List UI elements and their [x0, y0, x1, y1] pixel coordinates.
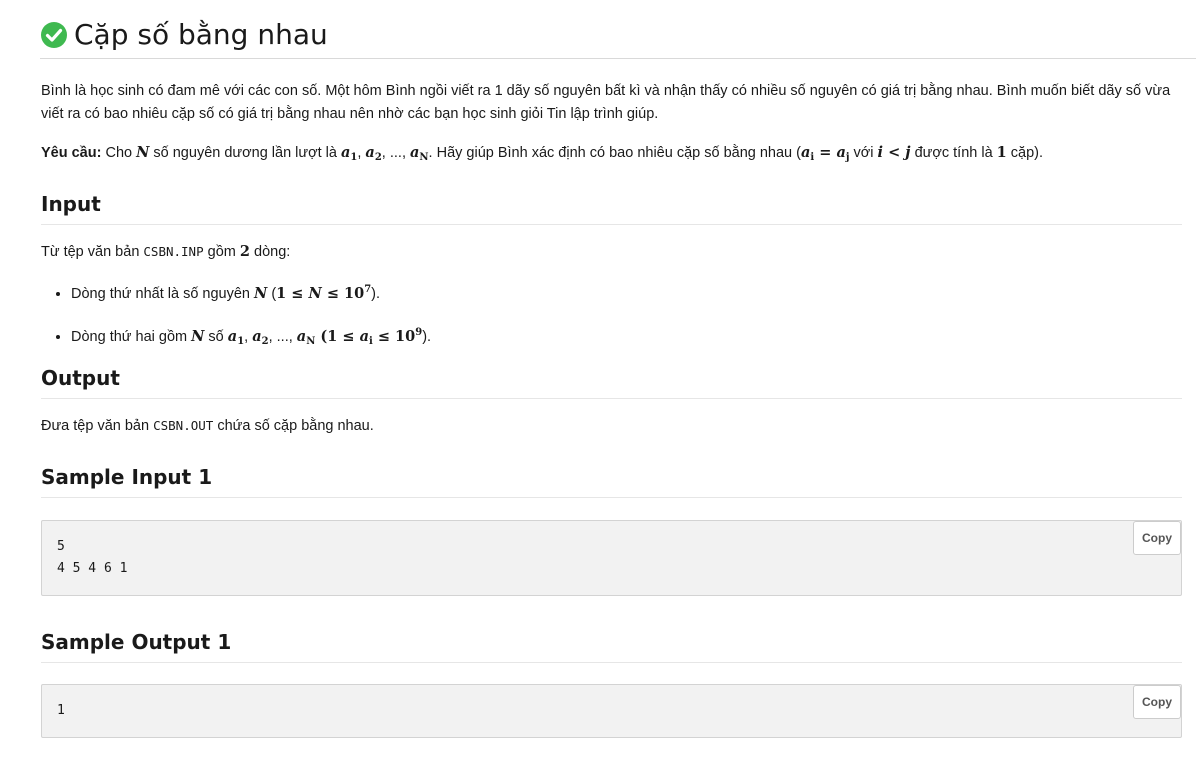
input-list: Dòng thứ nhất là số nguyên N (1 ≤ N ≤ 10…: [41, 278, 431, 368]
math-op: =: [814, 144, 837, 161]
math-one: 1: [996, 144, 1007, 161]
input-filename: CSBN.INP: [143, 244, 204, 259]
text: chứa số cặp bằng nhau.: [213, 418, 374, 434]
text: ,: [244, 329, 253, 345]
title-row: Cặp số bằng nhau: [40, 12, 1196, 59]
text: . Hãy giúp Bình xác định có bao nhiêu cặ…: [428, 145, 801, 161]
math-expr: 1 ≤: [276, 285, 309, 302]
math-aj: aj: [836, 144, 849, 163]
statement-paragraph: Bình là học sinh có đam mê với các con s…: [41, 83, 1171, 122]
page-title: Cặp số bằng nhau: [74, 18, 328, 51]
math-var: a: [340, 144, 351, 161]
math-expr: (1 ≤: [315, 328, 360, 345]
check-circle-icon: [41, 22, 67, 48]
sample-input-box: 5 4 5 4 6 1 Copy: [41, 520, 1182, 596]
sample-output-box: 1 Copy: [41, 684, 1182, 738]
math-ai: ai: [800, 144, 814, 163]
math-two: 2: [239, 243, 250, 260]
sample-input-code[interactable]: 5 4 5 4 6 1: [57, 536, 127, 580]
math-sub: 2: [374, 152, 382, 163]
problem-page: Cặp số bằng nhau Bình là học sinh có đam…: [0, 0, 1196, 765]
text: Từ tệp văn bản: [41, 244, 144, 260]
text: ).: [371, 286, 381, 302]
text: ).: [422, 329, 432, 345]
requirement-label: Yêu cầu:: [41, 145, 102, 161]
list-item: Dòng thứ hai gồm N số a1, a2, ..., aN (1…: [71, 321, 431, 353]
math-sub: N: [419, 152, 429, 163]
math-sub: 2: [261, 336, 269, 347]
text: cặp).: [1006, 145, 1044, 161]
math-expr: ≤ 10: [372, 328, 416, 345]
sample-output-code[interactable]: 1: [57, 700, 65, 722]
math-var: a: [359, 328, 369, 345]
output-heading: Output: [41, 364, 1182, 399]
math-N: N: [191, 328, 205, 345]
text: gồm: [203, 244, 240, 260]
text: , ...,: [268, 329, 297, 345]
text: được tính là: [910, 145, 997, 161]
math-var: a: [296, 328, 307, 345]
sample-input-heading: Sample Input 1: [41, 463, 1182, 498]
math-sub: N: [306, 336, 316, 347]
text: Dòng thứ nhất là số nguyên: [71, 286, 255, 302]
input-description: Từ tệp văn bản CSBN.INP gồm 2 dòng:: [41, 240, 290, 264]
math-a1: a1: [340, 144, 357, 163]
math-var: a: [410, 144, 420, 161]
math-aN: aN: [296, 328, 316, 347]
text: , ...,: [381, 145, 410, 161]
requirement-paragraph: Yêu cầu: Cho N số nguyên dương lần lượt …: [41, 141, 1182, 169]
math-op: <: [883, 144, 906, 161]
list-item: Dòng thứ nhất là số nguyên N (1 ≤ N ≤ 10…: [71, 278, 431, 306]
math-N: N: [136, 144, 150, 161]
text: dòng:: [249, 244, 291, 260]
math-var: a: [800, 144, 811, 161]
math-var: a: [365, 144, 375, 161]
math-var: a: [836, 144, 846, 161]
text: Dòng thứ hai gồm: [71, 329, 192, 345]
text: số nguyên dương lần lượt là: [149, 145, 341, 161]
math-aN: aN: [410, 144, 429, 163]
math-N: N: [254, 285, 268, 302]
copy-button[interactable]: Copy: [1133, 521, 1181, 555]
text: Đưa tệp văn bản: [41, 418, 154, 434]
text: (: [267, 286, 277, 302]
copy-button[interactable]: Copy: [1133, 685, 1181, 719]
input-heading: Input: [41, 190, 1182, 225]
math-N: N: [308, 285, 322, 302]
math-ai: ai: [359, 328, 373, 347]
math-a1: a1: [227, 328, 244, 347]
math-a2: a2: [252, 328, 269, 347]
output-description: Đưa tệp văn bản CSBN.OUT chứa số cặp bằn…: [41, 414, 374, 438]
math-a2: a2: [365, 144, 382, 163]
math-var: a: [252, 328, 262, 345]
sample-output-heading: Sample Output 1: [41, 628, 1182, 663]
text: số: [204, 329, 228, 345]
math-var: a: [227, 328, 238, 345]
math-expr: ≤ 10: [321, 285, 365, 302]
output-filename: CSBN.OUT: [153, 418, 214, 433]
text: Cho: [101, 145, 137, 161]
text: với: [849, 145, 878, 161]
